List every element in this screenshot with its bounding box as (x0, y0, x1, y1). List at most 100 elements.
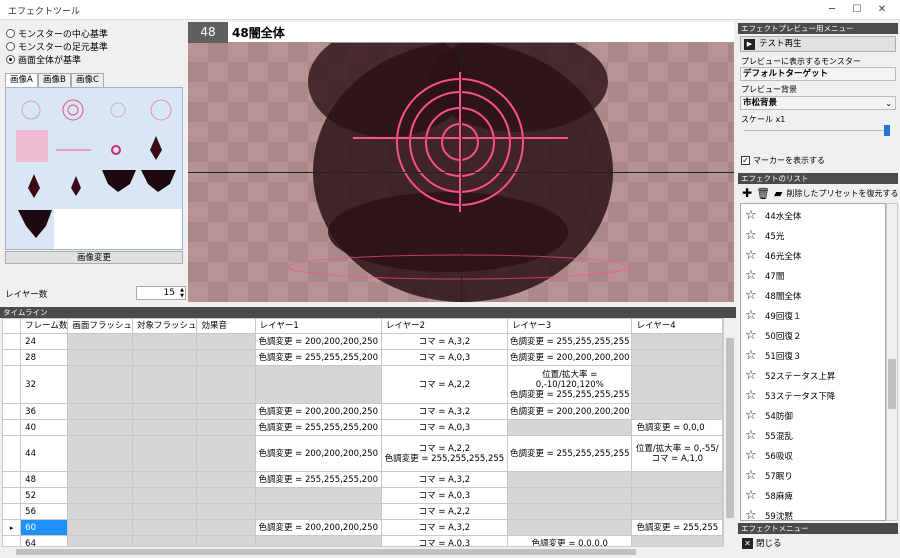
star-icon: ☆ (745, 268, 757, 283)
table-row[interactable]: 48 色調変更 = 255,255,255,200 コマ = A,3,2 (2, 471, 723, 488)
list-item[interactable]: ☆ 51回復３ (745, 346, 801, 366)
star-icon: ☆ (745, 408, 757, 423)
effect-preview-canvas[interactable] (188, 22, 734, 302)
show-marker-checkbox[interactable]: ✓ マーカーを表示する (741, 155, 825, 166)
table-row[interactable]: 52 コマ = A,0,3 (2, 487, 723, 504)
gallery-empty-area (54, 209, 182, 249)
list-item[interactable]: ☆ 45光 (745, 226, 784, 246)
close-window-button[interactable]: ✕ (870, 2, 894, 18)
list-item[interactable]: ☆ 50回復２ (745, 326, 801, 346)
chevron-down-icon: ⌄ (885, 99, 892, 108)
minimize-button[interactable]: ─ (820, 2, 844, 18)
list-item[interactable]: ☆ 57眠り (745, 466, 793, 486)
col-frame[interactable]: フレーム数 (20, 318, 69, 334)
table-row[interactable]: 40 色調変更 = 255,255,255,200 コマ = A,0,3 色調変更 =… (2, 419, 723, 436)
table-row[interactable]: 36 色調変更 = 200,200,200,250 コマ = A,3,2 色調変更 =… (2, 403, 723, 420)
timeline-hscrollbar[interactable] (2, 546, 723, 556)
monster-select[interactable]: デフォルトターゲット (740, 67, 896, 81)
radio-label: モンスターの足元基準 (18, 43, 108, 53)
list-item[interactable]: ☆ 59沈黙 (745, 506, 793, 521)
scale-slider-thumb[interactable] (884, 125, 890, 136)
layer-count-stepper[interactable]: 15 ▲ ▼ (136, 286, 186, 300)
star-icon: ☆ (745, 288, 757, 303)
radio-screen[interactable]: 画面全体が基準 (6, 53, 81, 66)
effect-list-toolbar: ✚ 🗑 ▰ 削除したプリセットを復元する (742, 186, 899, 200)
close-icon: ✕ (742, 537, 753, 549)
timeline-vscrollbar[interactable] (723, 318, 735, 546)
add-icon[interactable]: ✚ (742, 186, 752, 200)
list-item[interactable]: ☆ 53ステータス下降 (745, 386, 835, 406)
effect-list-scrollbar[interactable] (886, 203, 898, 521)
folder-icon[interactable]: ▰ (774, 187, 782, 200)
radio-circle[interactable] (6, 55, 15, 64)
layer-count-label: レイヤー数 (5, 290, 48, 300)
radio-monster-feet[interactable]: モンスターの足元基準 (6, 40, 108, 53)
star-icon: ☆ (745, 468, 757, 483)
change-image-button[interactable]: 画像変更 (5, 251, 183, 264)
tab-image-c[interactable]: 画像C (71, 73, 104, 87)
col-layer4[interactable]: レイヤー4 (631, 318, 723, 334)
tab-image-a[interactable]: 画像A (5, 73, 38, 87)
trash-icon[interactable]: 🗑 (756, 187, 770, 200)
scale-label: スケール x1 (741, 115, 786, 124)
timeline-header: タイムライン (0, 307, 736, 318)
table-row[interactable]: 56 コマ = A,2,2 (2, 503, 723, 520)
close-label: 閉じる (756, 539, 782, 549)
table-row[interactable]: 44 色調変更 = 200,200,200,250 コマ = A,2,2 色調変更 =… (2, 435, 723, 472)
bg-select[interactable]: 市松背景 ⌄ (740, 96, 896, 110)
radio-circle[interactable] (6, 29, 15, 38)
maximize-button[interactable]: ☐ (845, 2, 869, 18)
table-row[interactable]: ▸ 60 色調変更 = 200,200,200,250 コマ = A,3,2 色調変更 … (2, 519, 723, 536)
checkbox-check-icon[interactable]: ✓ (741, 156, 750, 165)
list-item[interactable]: ☆ 55混乱 (745, 426, 793, 446)
list-item[interactable]: ☆ 44水全体 (745, 206, 801, 226)
list-item[interactable]: ☆ 46光全体 (745, 246, 801, 266)
tab-image-b[interactable]: 画像B (38, 73, 71, 87)
scrollbar-thumb[interactable] (888, 359, 896, 409)
timeline-grid: フレーム数 画面フラッシュ 対象フラッシュ 効果音 レイヤー1 レイヤー2 レイ… (2, 318, 723, 546)
show-marker-label: マーカーを表示する (753, 156, 825, 165)
star-icon: ☆ (745, 428, 757, 443)
test-play-button[interactable]: ▶ テスト再生 (740, 36, 896, 52)
crosshair-vertical (461, 43, 462, 302)
radio-circle[interactable] (6, 42, 15, 51)
restore-preset-button[interactable]: 削除したプリセットを復元する (787, 188, 899, 199)
list-item[interactable]: ☆ 52ステータス上昇 (745, 366, 835, 386)
image-gallery[interactable] (5, 87, 183, 250)
col-sound[interactable]: 効果音 (196, 318, 256, 334)
table-row[interactable]: 28 色調変更 = 255,255,255,200 コマ = A,0,3 色調変更 =… (2, 349, 723, 366)
test-play-label: テスト再生 (759, 39, 802, 49)
monster-select-value: デフォルトターゲット (743, 69, 829, 79)
preview-effect-number: 48 (188, 22, 228, 43)
radio-monster-center[interactable]: モンスターの中心基準 (6, 27, 108, 40)
col-target-flash[interactable]: 対象フラッシュ (131, 318, 198, 334)
col-screen-flash[interactable]: 画面フラッシュ (67, 318, 133, 334)
star-icon: ☆ (745, 208, 757, 223)
col-layer2[interactable]: レイヤー2 (380, 318, 509, 334)
scrollbar-thumb[interactable] (16, 549, 636, 555)
bg-select-value: 市松背景 (743, 98, 778, 108)
star-icon: ☆ (745, 388, 757, 403)
table-row[interactable]: 64 コマ = A,0,3 色調変更 = 0,0,0,0 (2, 535, 723, 546)
col-layer3[interactable]: レイヤー3 (507, 318, 633, 334)
effect-list[interactable]: ☆ 44水全体 ☆ 45光 ☆ 46光全体 ☆ 47闇 ☆ 48闇全体 ☆ 49回復１ ☆ 5… (740, 203, 886, 521)
bg-label: プレビュー背景 (741, 85, 797, 94)
table-row[interactable]: 24 色調変更 = 200,200,200,250 コマ = A,3,2 色調変更 =… (2, 333, 723, 350)
selected-frame-cell: 60 (20, 519, 69, 536)
list-item[interactable]: ☆ 54防御 (745, 406, 793, 426)
list-item[interactable]: ☆ 56吸収 (745, 446, 793, 466)
star-icon: ☆ (745, 228, 757, 243)
stepper-arrows-icon[interactable]: ▲ ▼ (180, 287, 184, 299)
list-item[interactable]: ☆ 48闇全体 (745, 286, 801, 306)
list-item[interactable]: ☆ 49回復１ (745, 306, 801, 326)
col-layer1[interactable]: レイヤー1 (254, 318, 382, 334)
close-button[interactable]: ✕ 閉じる (742, 537, 782, 549)
list-item[interactable]: ☆ 58麻痺 (745, 486, 793, 506)
table-row[interactable]: 32 コマ = A,2,2 位置/拡大率 = 0,-10/120,120% 色調変更 =… (2, 365, 723, 404)
layer-count-value: 15 (163, 288, 175, 298)
scrollbar-thumb[interactable] (726, 338, 734, 518)
timeline-table[interactable]: フレーム数 画面フラッシュ 対象フラッシュ 効果音 レイヤー1 レイヤー2 レイ… (2, 318, 723, 546)
list-item[interactable]: ☆ 47闇 (745, 266, 784, 286)
scale-slider-track[interactable] (744, 130, 890, 131)
star-icon: ☆ (745, 488, 757, 503)
